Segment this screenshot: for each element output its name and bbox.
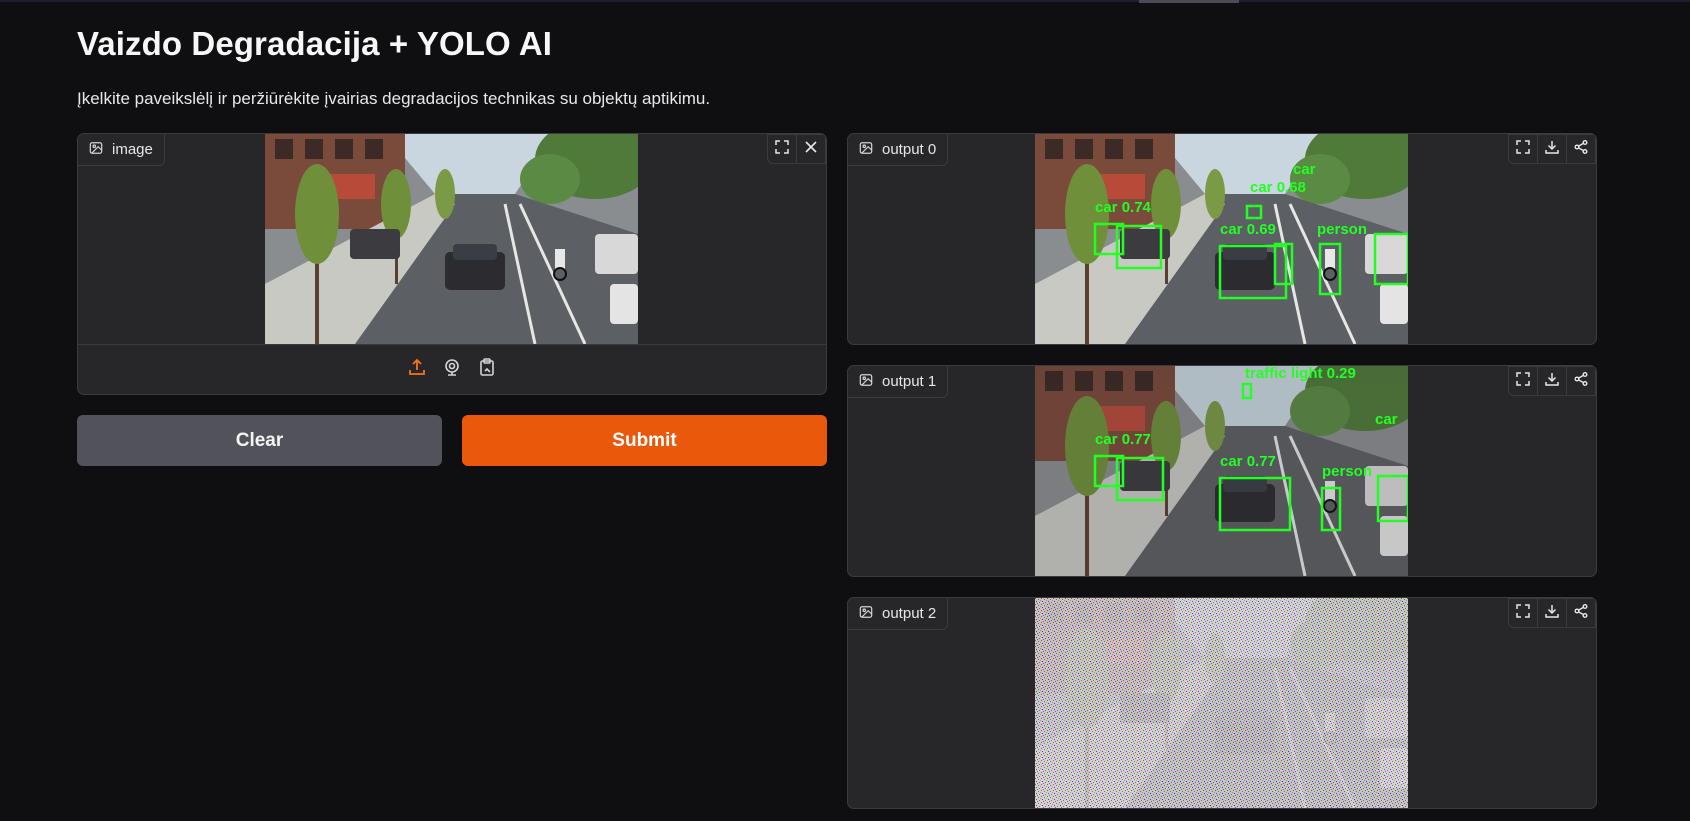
clipboard-icon <box>477 357 497 382</box>
image-source-bar <box>78 344 826 394</box>
share-button[interactable] <box>1566 366 1596 396</box>
output-1-label-text: output 1 <box>882 373 937 390</box>
fullscreen-icon <box>774 139 790 160</box>
output-2-image <box>1035 598 1408 808</box>
clear-image-button[interactable] <box>796 134 826 164</box>
download-icon <box>1544 371 1560 392</box>
download-button[interactable] <box>1537 366 1567 396</box>
output-2-label: output 2 <box>848 598 949 630</box>
detection-label: person <box>1317 221 1367 238</box>
detection-label: car 0.77 <box>1220 453 1276 470</box>
fullscreen-icon <box>1515 139 1531 160</box>
output-1-label: output 1 <box>848 366 949 398</box>
output-0-label-text: output 0 <box>882 141 937 158</box>
detection-label: car 0.68 <box>1250 179 1306 196</box>
webcam-icon <box>442 357 462 382</box>
image-icon <box>859 141 873 159</box>
fullscreen-button[interactable] <box>1508 366 1538 396</box>
download-button[interactable] <box>1537 134 1567 164</box>
image-icon <box>859 605 873 623</box>
download-button[interactable] <box>1537 598 1567 628</box>
share-icon <box>1573 603 1589 624</box>
detection-label: car 0.77 <box>1095 431 1151 448</box>
image-icon <box>89 141 103 159</box>
download-icon <box>1544 139 1560 160</box>
share-button[interactable] <box>1566 598 1596 628</box>
detection-label: traffic light 0.29 <box>1245 366 1356 382</box>
clipboard-button[interactable] <box>476 357 498 382</box>
output-panel-1: output 1 traffic light 0.29 car 0.77 car… <box>847 365 1597 577</box>
output-0-label: output 0 <box>848 134 949 166</box>
input-image-panel[interactable]: image <box>77 133 827 395</box>
webcam-button[interactable] <box>441 359 463 381</box>
page-title: Vaizdo Degradacija + YOLO AI <box>77 25 553 62</box>
detection-label: car 0.69 <box>1220 221 1276 238</box>
share-icon <box>1573 371 1589 392</box>
close-icon <box>803 139 819 160</box>
input-image-label-text: image <box>112 141 153 158</box>
output-0-image: car 0.74 car 0.69 car 0.68 car person <box>1035 134 1408 344</box>
submit-button[interactable]: Submit <box>462 415 827 466</box>
upload-button[interactable] <box>406 357 428 382</box>
input-image-preview <box>265 134 638 344</box>
fullscreen-button[interactable] <box>1508 598 1538 628</box>
download-icon <box>1544 603 1560 624</box>
input-image-label: image <box>78 134 165 166</box>
top-border <box>0 0 1690 2</box>
fullscreen-button[interactable] <box>1508 134 1538 164</box>
share-button[interactable] <box>1566 134 1596 164</box>
detection-label: car 0.74 <box>1095 199 1152 216</box>
fullscreen-icon <box>1515 371 1531 392</box>
tab-indicator <box>1139 0 1239 3</box>
clear-button[interactable]: Clear <box>77 415 442 466</box>
share-icon <box>1573 139 1589 160</box>
upload-icon <box>407 357 427 382</box>
detection-label: car <box>1293 161 1316 178</box>
detection-label: person <box>1322 463 1372 480</box>
fullscreen-button[interactable] <box>767 134 797 164</box>
detection-label: car <box>1375 411 1398 428</box>
fullscreen-icon <box>1515 603 1531 624</box>
page-description: Įkelkite paveikslėlį ir peržiūrėkite įva… <box>77 89 711 108</box>
output-1-image: traffic light 0.29 car 0.77 car 0.77 per… <box>1035 366 1408 576</box>
output-panel-0: output 0 car 0.74 car 0.69 car 0.68 car … <box>847 133 1597 345</box>
image-icon <box>859 373 873 391</box>
output-2-label-text: output 2 <box>882 605 937 622</box>
output-panel-2: output 2 <box>847 597 1597 809</box>
